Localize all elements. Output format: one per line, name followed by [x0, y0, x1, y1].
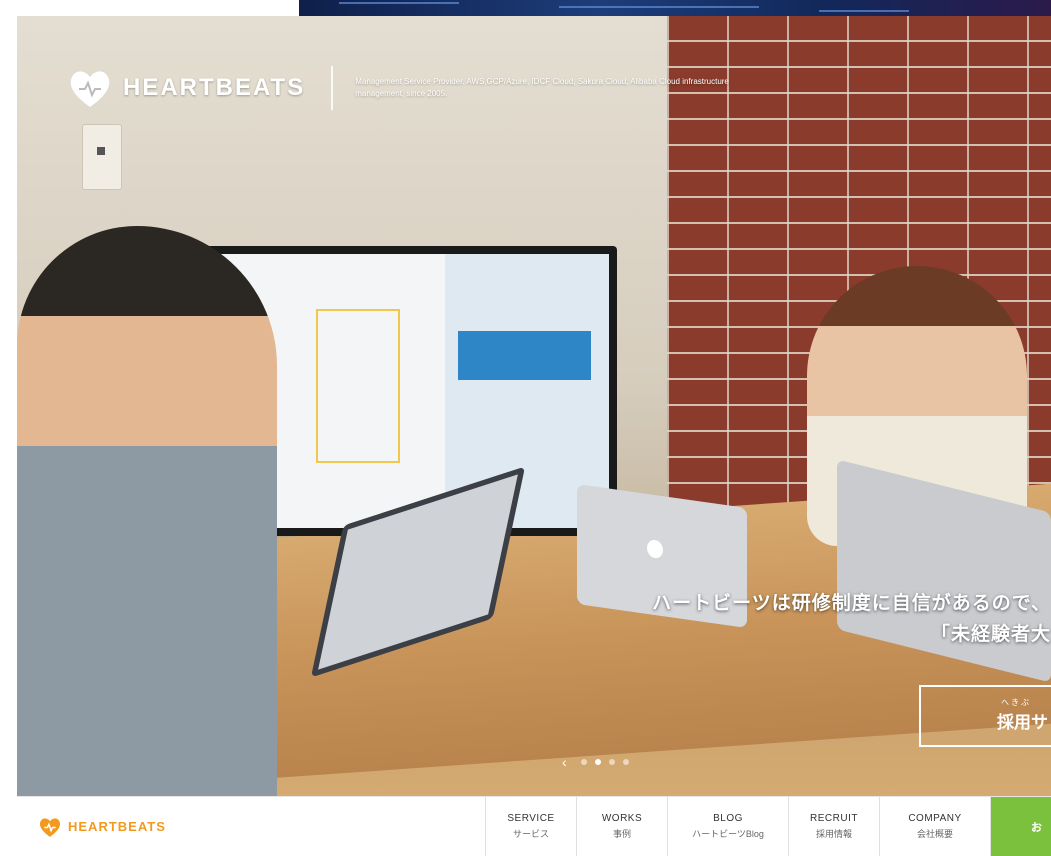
hero-caption-line1: ハートビーツは研修制度に自信があるので、	[652, 593, 1051, 614]
nav-item-sublabel: ハートビーツBlog	[692, 829, 764, 839]
heartbeats-logo-icon	[65, 63, 115, 113]
nav-item-sublabel: サービス	[512, 829, 549, 839]
hero-tagline: Management Service Provider. AWS,GCP/Azu…	[355, 77, 729, 98]
slider-pagination: ‹	[562, 754, 629, 770]
slider-dot-1[interactable]	[580, 759, 587, 765]
hero-slider[interactable]: HEARTBEATS Management Service Provider. …	[17, 16, 1051, 796]
nav-item-sublabel: 採用情報	[815, 829, 852, 839]
cta-ruby: へきぶ	[1001, 698, 1031, 707]
hero-person-left	[17, 226, 277, 796]
nav-item-sublabel: 会社概要	[916, 829, 953, 839]
nav-item-sublabel: 事例	[612, 829, 631, 839]
nav-item-label: COMPANY	[908, 813, 962, 824]
nav-item-service[interactable]: SERVICE サービス	[485, 797, 576, 856]
hero-logo[interactable]: HEARTBEATS Management Service Provider. …	[65, 63, 765, 113]
hero-light-switch	[82, 124, 122, 190]
nav-logo-icon	[39, 817, 61, 837]
slider-prev-arrow-icon[interactable]: ‹	[562, 754, 567, 770]
slider-dot-3[interactable]	[608, 759, 615, 765]
slider-dot-4[interactable]	[622, 759, 629, 765]
hero-caption-line2: 「未経験者大	[930, 624, 1051, 645]
nav-item-label: SERVICE	[507, 813, 555, 824]
bottom-navbar: HEARTBEATS SERVICE サービス WORKS 事例 BLOG ハー…	[17, 796, 1051, 856]
recruit-cta-button[interactable]: へきぶ 採用サ	[919, 685, 1051, 747]
previous-slide-strip	[299, 0, 1051, 16]
cta-label: 採用サ	[997, 713, 1048, 732]
top-left-blank	[0, 0, 299, 16]
slider-dot-2[interactable]	[594, 759, 601, 765]
nav-logo[interactable]: HEARTBEATS	[17, 797, 485, 856]
nav-logo-text: HEARTBEATS	[68, 819, 166, 834]
nav-contact-button[interactable]: お	[990, 797, 1051, 856]
nav-contact-label: お	[1031, 821, 1042, 834]
nav-item-works[interactable]: WORKS 事例	[576, 797, 667, 856]
nav-item-label: BLOG	[713, 813, 743, 824]
nav-item-recruit[interactable]: RECRUIT 採用情報	[788, 797, 879, 856]
nav-item-label: RECRUIT	[810, 813, 858, 824]
hero-logo-divider	[331, 66, 334, 110]
nav-item-company[interactable]: COMPANY 会社概要	[879, 797, 990, 856]
hero-brand-name: HEARTBEATS	[123, 74, 306, 101]
nav-item-label: WORKS	[601, 813, 643, 824]
nav-item-blog[interactable]: BLOG ハートビーツBlog	[667, 797, 788, 856]
